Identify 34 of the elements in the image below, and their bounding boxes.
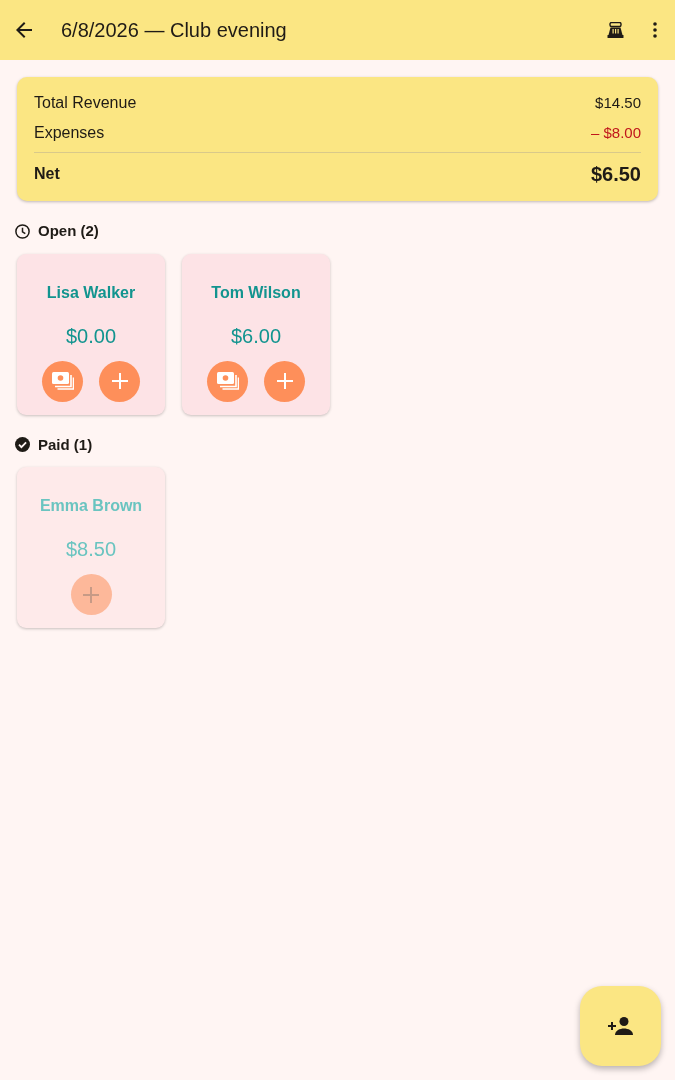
pay-button[interactable]	[42, 360, 83, 402]
tab-amount: $6.00	[230, 323, 282, 349]
tab-amount: $0.00	[65, 323, 117, 349]
add-person-icon	[607, 1017, 634, 1035]
summary-label: Total Revenue	[34, 93, 137, 113]
plus-icon	[83, 586, 99, 603]
summary-label: Expenses	[34, 123, 105, 143]
plus-icon	[276, 373, 293, 389]
back-arrow-icon	[16, 22, 32, 38]
summary-label: Net	[34, 164, 60, 184]
cash-stack-icon	[51, 372, 74, 390]
summary-value: $14.50	[595, 92, 641, 113]
add-item-button[interactable]	[99, 360, 140, 402]
plus-icon	[111, 373, 128, 389]
pay-button[interactable]	[207, 360, 248, 402]
more-options-icon	[653, 22, 657, 38]
summary-value: $6.50	[590, 162, 641, 187]
section-title: Open (2)	[38, 221, 99, 241]
tab-amount: $8.50	[65, 537, 117, 562]
check-circle-icon	[15, 437, 30, 453]
app-bar-title: 6/8/2026 — Club evening	[61, 18, 288, 43]
customer-name: Tom Wilson	[211, 282, 301, 303]
tab-card[interactable]: Emma Brown $8.50	[17, 467, 165, 628]
cash-register-icon	[606, 22, 624, 38]
section-title: Paid (1)	[38, 434, 93, 455]
clock-icon	[15, 223, 30, 239]
customer-name: Emma Brown	[39, 496, 143, 516]
tab-card[interactable]: Tom Wilson $6.00	[182, 253, 330, 415]
add-person-button[interactable]	[580, 986, 661, 1066]
cash-stack-icon	[216, 372, 239, 390]
summary-value: – $8.00	[590, 122, 641, 143]
tab-card[interactable]: Lisa Walker $0.00	[17, 253, 165, 415]
add-item-button[interactable]	[264, 360, 305, 402]
customer-name: Lisa Walker	[46, 282, 136, 303]
